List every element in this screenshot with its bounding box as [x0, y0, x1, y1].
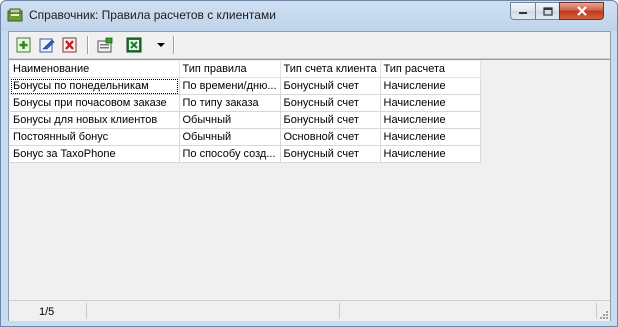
app-window: Справочник: Правила расчетов с клиентами [0, 0, 618, 327]
column-header-account-type[interactable]: Тип счета клиента [280, 61, 381, 78]
table-header: Наименование Тип правила Тип счета клиен… [10, 61, 481, 78]
cell-rule-type[interactable]: По времени/дню... [179, 77, 281, 95]
cell-account-type[interactable]: Бонусный счет [280, 94, 381, 112]
status-panel [87, 303, 340, 319]
cell-calc-type[interactable]: Начисление [380, 128, 481, 146]
edit-icon [39, 38, 55, 53]
cell-rule-type[interactable]: Обычный [179, 128, 281, 146]
cell-name[interactable]: Постоянный бонус [10, 128, 180, 146]
cell-account-type[interactable]: Бонусный счет [280, 77, 381, 95]
column-header-rule-type[interactable]: Тип правила [179, 61, 281, 78]
minimize-button[interactable] [510, 2, 536, 20]
client-area: Наименование Тип правила Тип счета клиен… [8, 31, 611, 321]
table-row[interactable]: Бонусы для новых клиентов Обычный Бонусн… [10, 111, 481, 129]
toolbar-separator [173, 36, 175, 54]
column-header-name[interactable]: Наименование [10, 61, 180, 78]
excel-export-button[interactable] [124, 35, 144, 55]
close-icon [576, 6, 587, 16]
add-button[interactable] [14, 35, 34, 55]
cell-name[interactable]: Бонусы при почасовом заказе [10, 94, 180, 112]
rules-grid: Наименование Тип правила Тип счета клиен… [9, 59, 610, 301]
add-icon [16, 37, 31, 53]
minimize-icon [519, 12, 527, 14]
cell-account-type[interactable]: Бонусный счет [280, 111, 381, 129]
dropdown-arrow-icon [157, 42, 165, 47]
delete-button[interactable] [60, 35, 80, 55]
cell-rule-type[interactable]: По способу созд... [179, 145, 281, 163]
cell-account-type[interactable]: Основной счет [280, 128, 381, 146]
rules-table: Наименование Тип правила Тип счета клиен… [10, 61, 481, 163]
edit-button[interactable] [37, 35, 57, 55]
delete-icon [62, 37, 77, 53]
cell-calc-type[interactable]: Начисление [380, 145, 481, 163]
excel-export-icon [126, 37, 142, 53]
app-icon [7, 8, 23, 22]
export-dropdown-button[interactable] [154, 35, 168, 55]
toolbar [9, 32, 610, 59]
status-panel [340, 303, 597, 319]
cell-name[interactable]: Бонусы для новых клиентов [10, 111, 180, 129]
table-row[interactable]: Бонусы по понедельникам По времени/дню..… [10, 77, 481, 95]
cell-rule-type[interactable]: По типу заказа [179, 94, 281, 112]
resize-grip-icon[interactable] [598, 309, 608, 319]
maximize-icon [542, 6, 553, 16]
table-row[interactable]: Бонус за TaxoPhone По способу созд... Бо… [10, 145, 481, 163]
properties-icon [97, 37, 113, 53]
window-title: Справочник: Правила расчетов с клиентами [29, 8, 276, 22]
table-row[interactable]: Постоянный бонус Обычный Основной счет Н… [10, 128, 481, 146]
status-bar: 1/5 [9, 300, 610, 321]
close-button[interactable] [559, 2, 604, 20]
cell-calc-type[interactable]: Начисление [380, 94, 481, 112]
title-bar[interactable]: Справочник: Правила расчетов с клиентами [1, 1, 617, 30]
column-header-calc-type[interactable]: Тип расчета [380, 61, 481, 78]
maximize-button[interactable] [535, 2, 560, 20]
cell-name[interactable]: Бонусы по понедельникам [10, 77, 180, 95]
cell-name[interactable]: Бонус за TaxoPhone [10, 145, 180, 163]
status-panel-position: 1/5 [9, 303, 87, 319]
cell-rule-type[interactable]: Обычный [179, 111, 281, 129]
record-position: 1/5 [39, 306, 55, 318]
properties-button[interactable] [95, 35, 115, 55]
toolbar-separator [87, 36, 89, 54]
cell-calc-type[interactable]: Начисление [380, 111, 481, 129]
cell-account-type[interactable]: Бонусный счет [280, 145, 381, 163]
table-row[interactable]: Бонусы при почасовом заказе По типу зака… [10, 94, 481, 112]
cell-calc-type[interactable]: Начисление [380, 77, 481, 95]
